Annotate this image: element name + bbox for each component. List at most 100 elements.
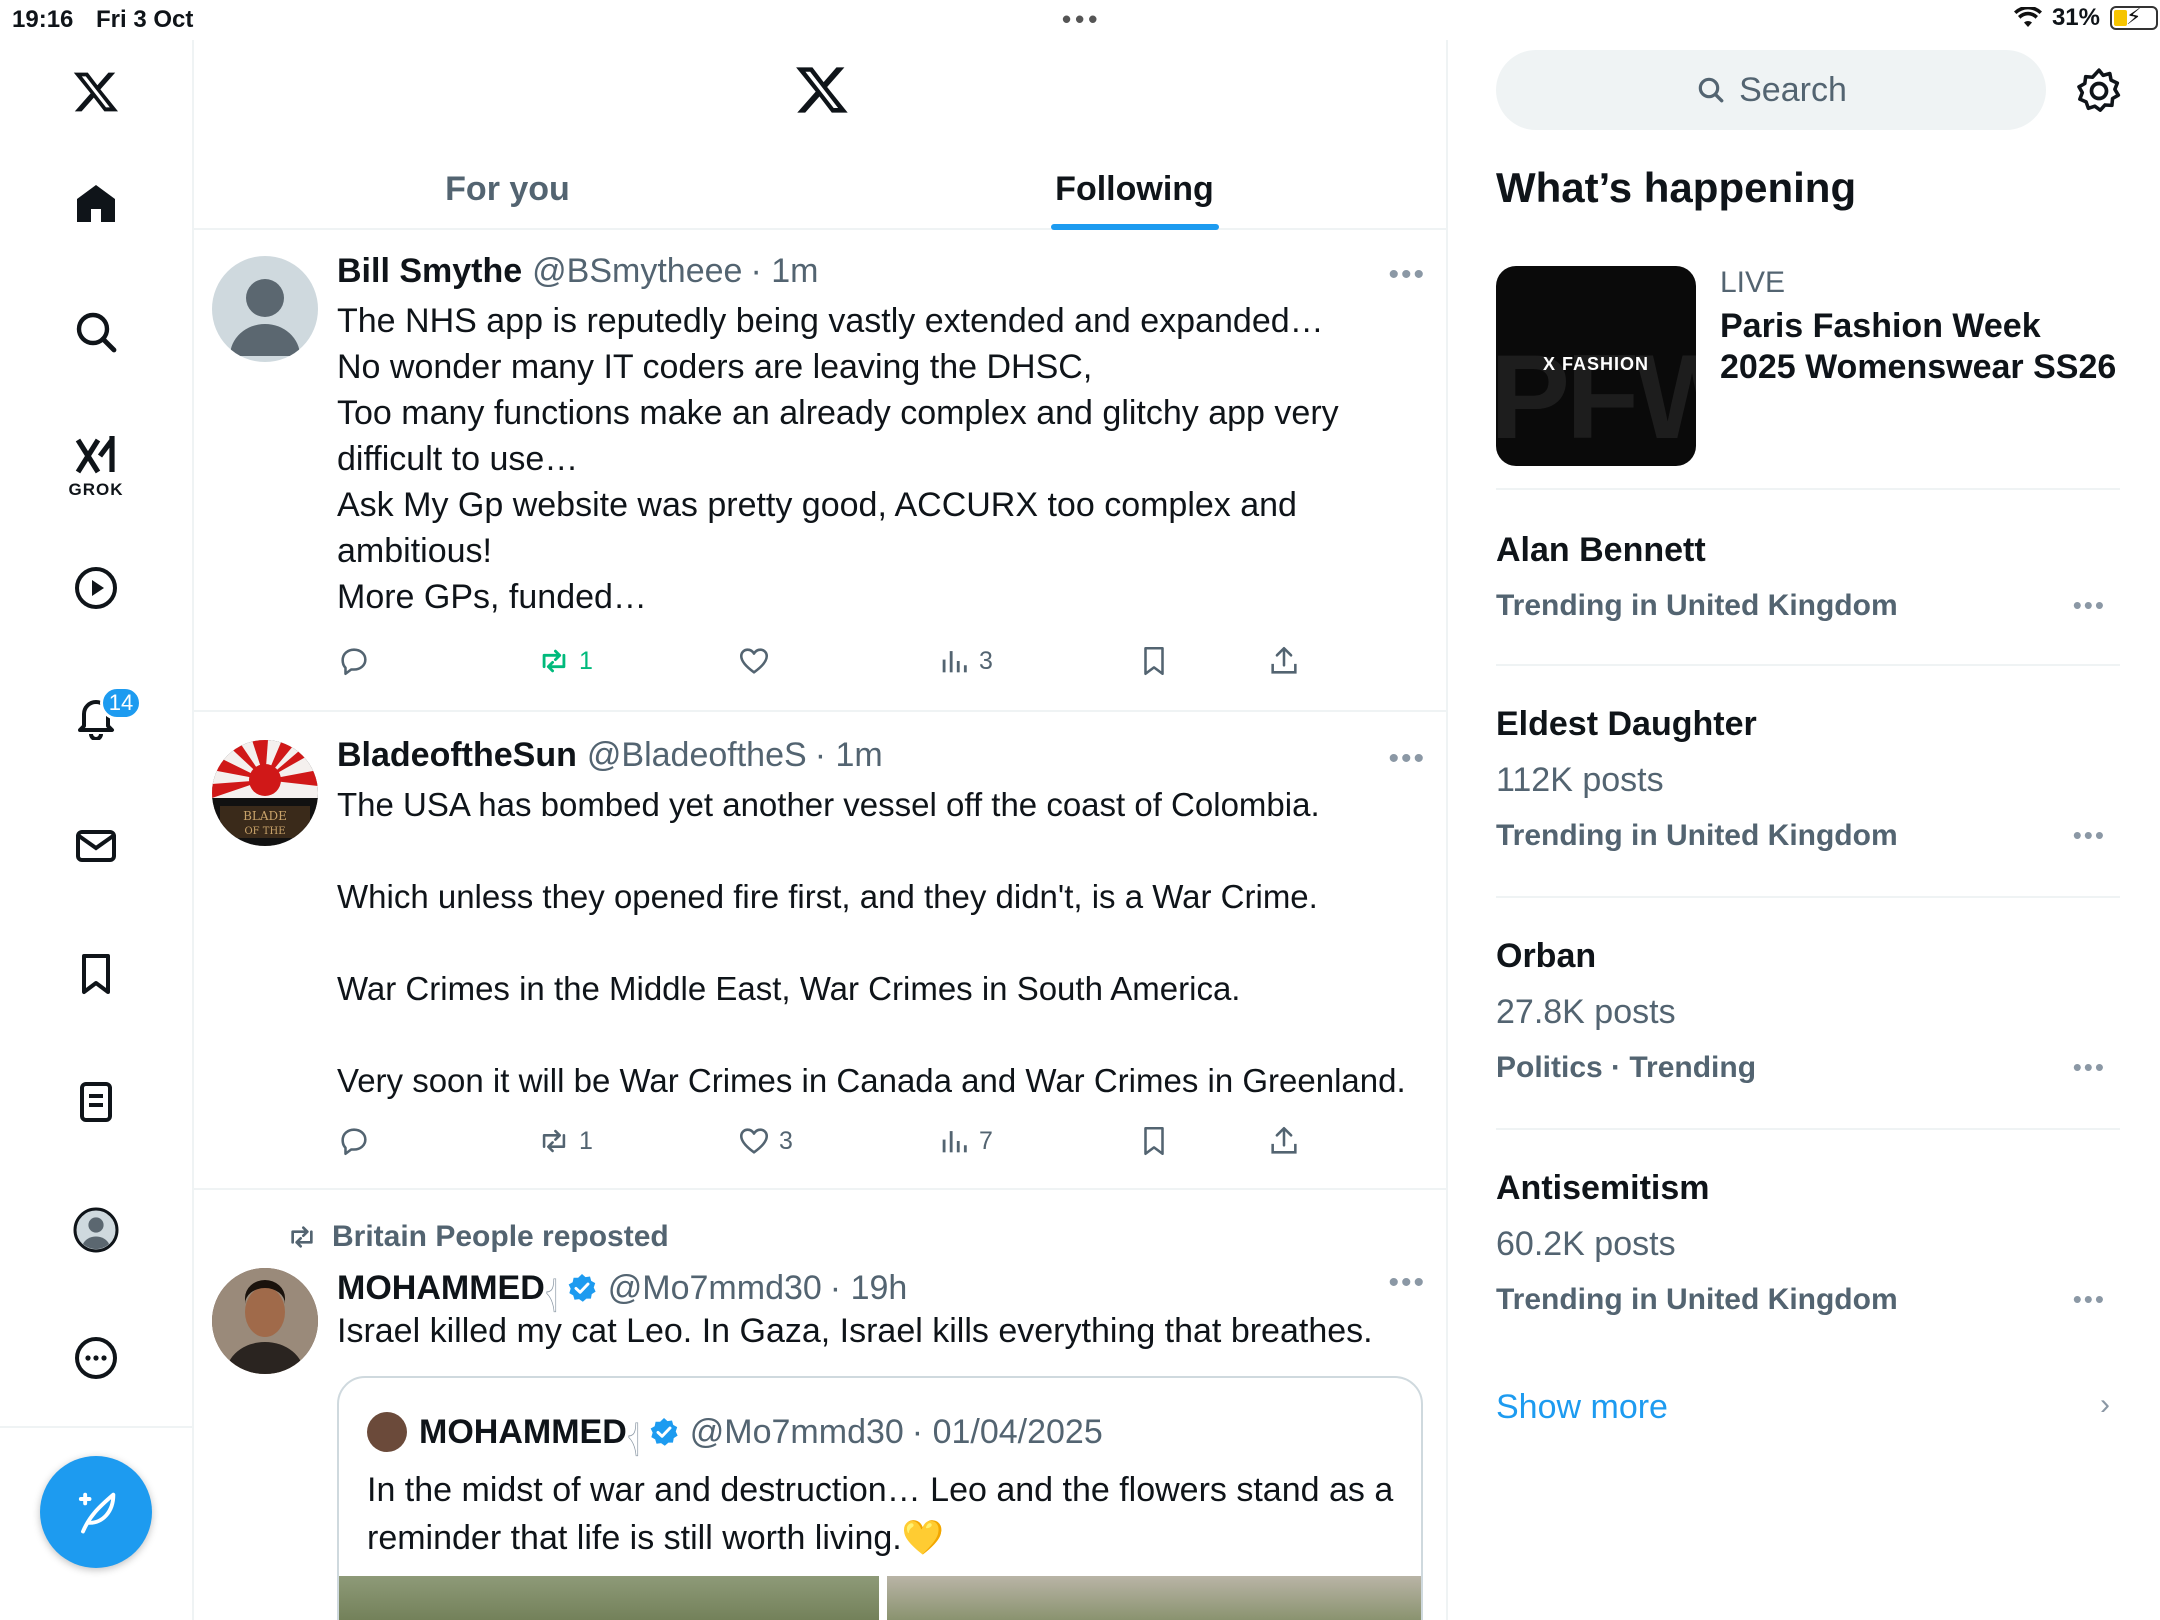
tweet[interactable]: BLADE OF THE BladeoftheSun @BladeoftheS … bbox=[194, 712, 1446, 1190]
author-name[interactable]: Bill Smythe bbox=[337, 252, 522, 291]
trend-more-icon[interactable]: ••• bbox=[2073, 590, 2106, 621]
share-button[interactable] bbox=[1267, 644, 1301, 678]
x-header-logo-icon[interactable] bbox=[794, 62, 850, 118]
tab-following[interactable]: Following bbox=[821, 150, 1446, 228]
settings-gear-icon[interactable] bbox=[2074, 66, 2124, 116]
live-title[interactable]: Paris Fashion Week 2025 Womenswear SS26 bbox=[1720, 306, 2120, 388]
author-handle[interactable]: @Mo7mmd30 bbox=[608, 1269, 822, 1308]
trend-post-count: 27.8K posts bbox=[1496, 993, 1676, 1031]
live-event-image[interactable]: PFW X FASHION bbox=[1496, 266, 1696, 466]
default-avatar[interactable] bbox=[212, 256, 318, 362]
tweet[interactable]: Bill Smythe @BSmytheee · 1m ••• The NHS … bbox=[194, 232, 1446, 712]
share-icon bbox=[1271, 646, 1297, 674]
tweet-more-icon[interactable]: ••• bbox=[1388, 742, 1426, 776]
more-options-icon[interactable] bbox=[66, 1328, 126, 1388]
author-handle[interactable]: @BladeoftheS bbox=[587, 736, 807, 775]
svg-text:OF THE: OF THE bbox=[244, 826, 285, 837]
quote-author-name[interactable]: MOHAMMED bbox=[419, 1413, 627, 1452]
trend-more-icon[interactable]: ••• bbox=[2073, 1284, 2106, 1315]
home-icon[interactable] bbox=[66, 174, 126, 234]
bookmark-button[interactable] bbox=[1137, 644, 1171, 678]
repost-icon bbox=[542, 649, 566, 673]
repost-button[interactable]: 1 bbox=[537, 644, 593, 678]
x-logo-icon[interactable] bbox=[66, 62, 126, 122]
tweet-line bbox=[337, 920, 1417, 966]
search-input[interactable]: Search bbox=[1496, 50, 2046, 130]
views-chart-icon bbox=[942, 651, 967, 673]
mohammed-avatar[interactable] bbox=[212, 1268, 318, 1374]
share-button[interactable] bbox=[1267, 1124, 1301, 1158]
tab-for-you[interactable]: For you bbox=[194, 150, 821, 228]
repost-icon bbox=[542, 1129, 566, 1153]
svg-text:BLADE: BLADE bbox=[243, 809, 287, 823]
tweet-actions: 1 3 7 bbox=[337, 1124, 1337, 1164]
repost-label[interactable]: Britain People reposted bbox=[286, 1220, 669, 1254]
reply-button[interactable] bbox=[337, 644, 371, 678]
tweet-more-icon[interactable]: ••• bbox=[1388, 1266, 1426, 1300]
lists-icon[interactable] bbox=[66, 1072, 126, 1132]
messages-mail-icon[interactable] bbox=[66, 816, 126, 876]
live-event-card[interactable]: PFW X FASHION LIVE Paris Fashion Week 20… bbox=[1496, 266, 2120, 480]
wifi-icon bbox=[2013, 7, 2042, 27]
status-bar: 19:16 Fri 3 Oct ••• 31% ⚡ bbox=[0, 0, 2160, 40]
trend-item[interactable]: Orban 27.8K posts Politics · Trending ••… bbox=[1496, 936, 2120, 1088]
tweet-text: The USA has bombed yet another vessel of… bbox=[337, 782, 1417, 1104]
bookmarks-icon[interactable] bbox=[66, 944, 126, 1004]
like-button[interactable] bbox=[737, 644, 771, 678]
multitasking-dots-icon[interactable]: ••• bbox=[1062, 4, 1101, 35]
author-name[interactable]: MOHAMMED bbox=[337, 1269, 545, 1308]
repost-count: 1 bbox=[579, 646, 593, 675]
heart-icon bbox=[739, 1128, 769, 1154]
trend-more-icon[interactable]: ••• bbox=[2073, 1052, 2106, 1083]
bladeofthesun-avatar[interactable]: BLADE OF THE bbox=[212, 740, 318, 846]
tweet-time[interactable]: · 1m bbox=[750, 252, 818, 291]
views-button[interactable]: 3 bbox=[937, 644, 993, 678]
views-button[interactable]: 7 bbox=[937, 1124, 993, 1158]
tweet-line: More GPs, funded… bbox=[337, 578, 647, 616]
tweet-time[interactable]: · 1m bbox=[815, 736, 883, 775]
left-sidebar: GROK 14 bbox=[0, 40, 194, 1620]
reply-button[interactable] bbox=[337, 1124, 371, 1158]
trend-more-icon[interactable]: ••• bbox=[2073, 820, 2106, 851]
tweet-header: Bill Smythe @BSmytheee · 1m bbox=[337, 252, 818, 291]
quote-author-handle[interactable]: @Mo7mmd30 bbox=[690, 1413, 904, 1452]
show-more-link[interactable]: Show more › bbox=[1496, 1388, 2120, 1427]
tweet-line: No wonder many IT coders are leaving the… bbox=[337, 348, 1093, 386]
trend-context: Trending in United Kingdom bbox=[1496, 819, 1898, 852]
trend-post-count: 112K posts bbox=[1496, 761, 1664, 799]
trend-name: Antisemitism bbox=[1496, 1169, 1710, 1207]
grok-icon[interactable] bbox=[66, 426, 126, 486]
bookmark-button[interactable] bbox=[1137, 1124, 1171, 1158]
profile-avatar-icon[interactable] bbox=[66, 1200, 126, 1260]
tweet-line: ambitious! bbox=[337, 532, 492, 570]
author-handle[interactable]: @BSmytheee bbox=[532, 252, 742, 291]
trend-item[interactable]: Eldest Daughter 112K posts Trending in U… bbox=[1496, 704, 2120, 856]
trend-name: Orban bbox=[1496, 937, 1597, 975]
grok-label: GROK bbox=[68, 480, 124, 499]
repost-small-icon bbox=[291, 1226, 313, 1248]
tweet-more-icon[interactable]: ••• bbox=[1388, 258, 1426, 292]
tweet-time[interactable]: · 19h bbox=[830, 1269, 908, 1308]
repost-button[interactable]: 1 bbox=[537, 1124, 593, 1158]
quoted-tweet[interactable]: MOHAMMED 𓂆 @Mo7mmd30 · 01/04/2025 In the… bbox=[337, 1376, 1423, 1620]
divider bbox=[1496, 896, 2120, 898]
search-placeholder: Search bbox=[1739, 70, 1847, 109]
views-count: 7 bbox=[979, 1126, 993, 1155]
quote-photo-2[interactable] bbox=[887, 1576, 1421, 1620]
compose-post-button[interactable] bbox=[40, 1456, 152, 1568]
search-icon bbox=[1698, 77, 1724, 103]
live-label: LIVE bbox=[1720, 266, 1786, 299]
like-button[interactable]: 3 bbox=[737, 1124, 793, 1158]
quote-photo-1[interactable] bbox=[339, 1576, 879, 1620]
tweet-line bbox=[337, 1012, 1417, 1058]
heart-icon bbox=[739, 648, 769, 674]
tweet-line: The NHS app is reputedly being vastly ex… bbox=[337, 302, 1324, 340]
quote-author-avatar[interactable] bbox=[367, 1412, 407, 1452]
battery-charging-icon: ⚡ bbox=[2110, 4, 2158, 30]
video-play-icon[interactable] bbox=[66, 558, 126, 618]
tweet[interactable]: Britain People reposted MOHAMMED 𓂆 @Mo7m… bbox=[194, 1190, 1446, 1620]
trend-item[interactable]: Alan Bennett Trending in United Kingdom … bbox=[1496, 530, 2120, 626]
explore-search-icon[interactable] bbox=[66, 302, 126, 362]
author-name[interactable]: BladeoftheSun bbox=[337, 736, 577, 775]
trend-item[interactable]: Antisemitism 60.2K posts Trending in Uni… bbox=[1496, 1168, 2120, 1320]
